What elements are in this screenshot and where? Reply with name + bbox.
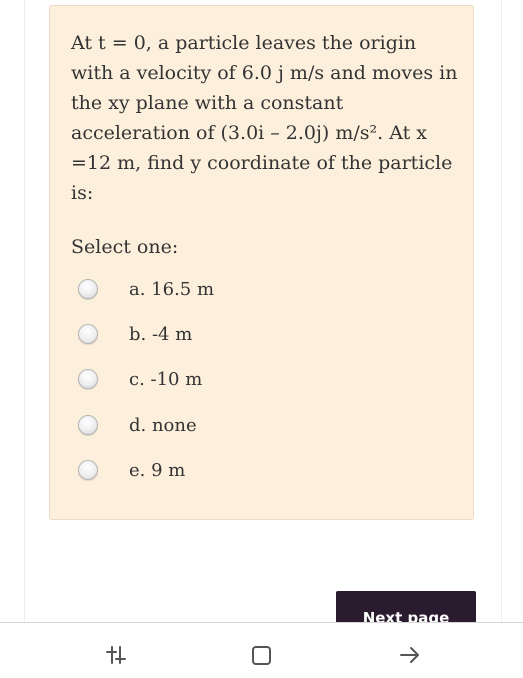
option-e[interactable]: e. 9 m — [78, 455, 378, 485]
select-one-label: Select one: — [71, 236, 179, 258]
option-label: a. 16.5 m — [129, 278, 215, 300]
option-label: e. 9 m — [129, 459, 186, 481]
radio-button[interactable] — [78, 369, 98, 389]
radio-button[interactable] — [78, 324, 98, 344]
option-label: d. none — [129, 414, 197, 436]
option-d[interactable]: d. none — [78, 410, 378, 440]
question-text: At t = 0, a particle leaves the origin w… — [71, 32, 458, 204]
option-a[interactable]: a. 16.5 m — [78, 274, 378, 304]
radio-button[interactable] — [78, 460, 98, 480]
option-b[interactable]: b. -4 m — [78, 319, 378, 349]
option-label: b. -4 m — [129, 323, 193, 345]
option-c[interactable]: c. -10 m — [78, 364, 378, 394]
home-icon[interactable] — [250, 643, 274, 667]
question-card: At t = 0, a particle leaves the origin w… — [49, 5, 474, 520]
android-nav-bar — [0, 622, 523, 678]
radio-button[interactable] — [78, 415, 98, 435]
recent-apps-icon[interactable] — [104, 643, 128, 667]
back-icon[interactable] — [398, 643, 422, 667]
radio-button[interactable] — [78, 279, 98, 299]
option-label: c. -10 m — [129, 368, 203, 390]
